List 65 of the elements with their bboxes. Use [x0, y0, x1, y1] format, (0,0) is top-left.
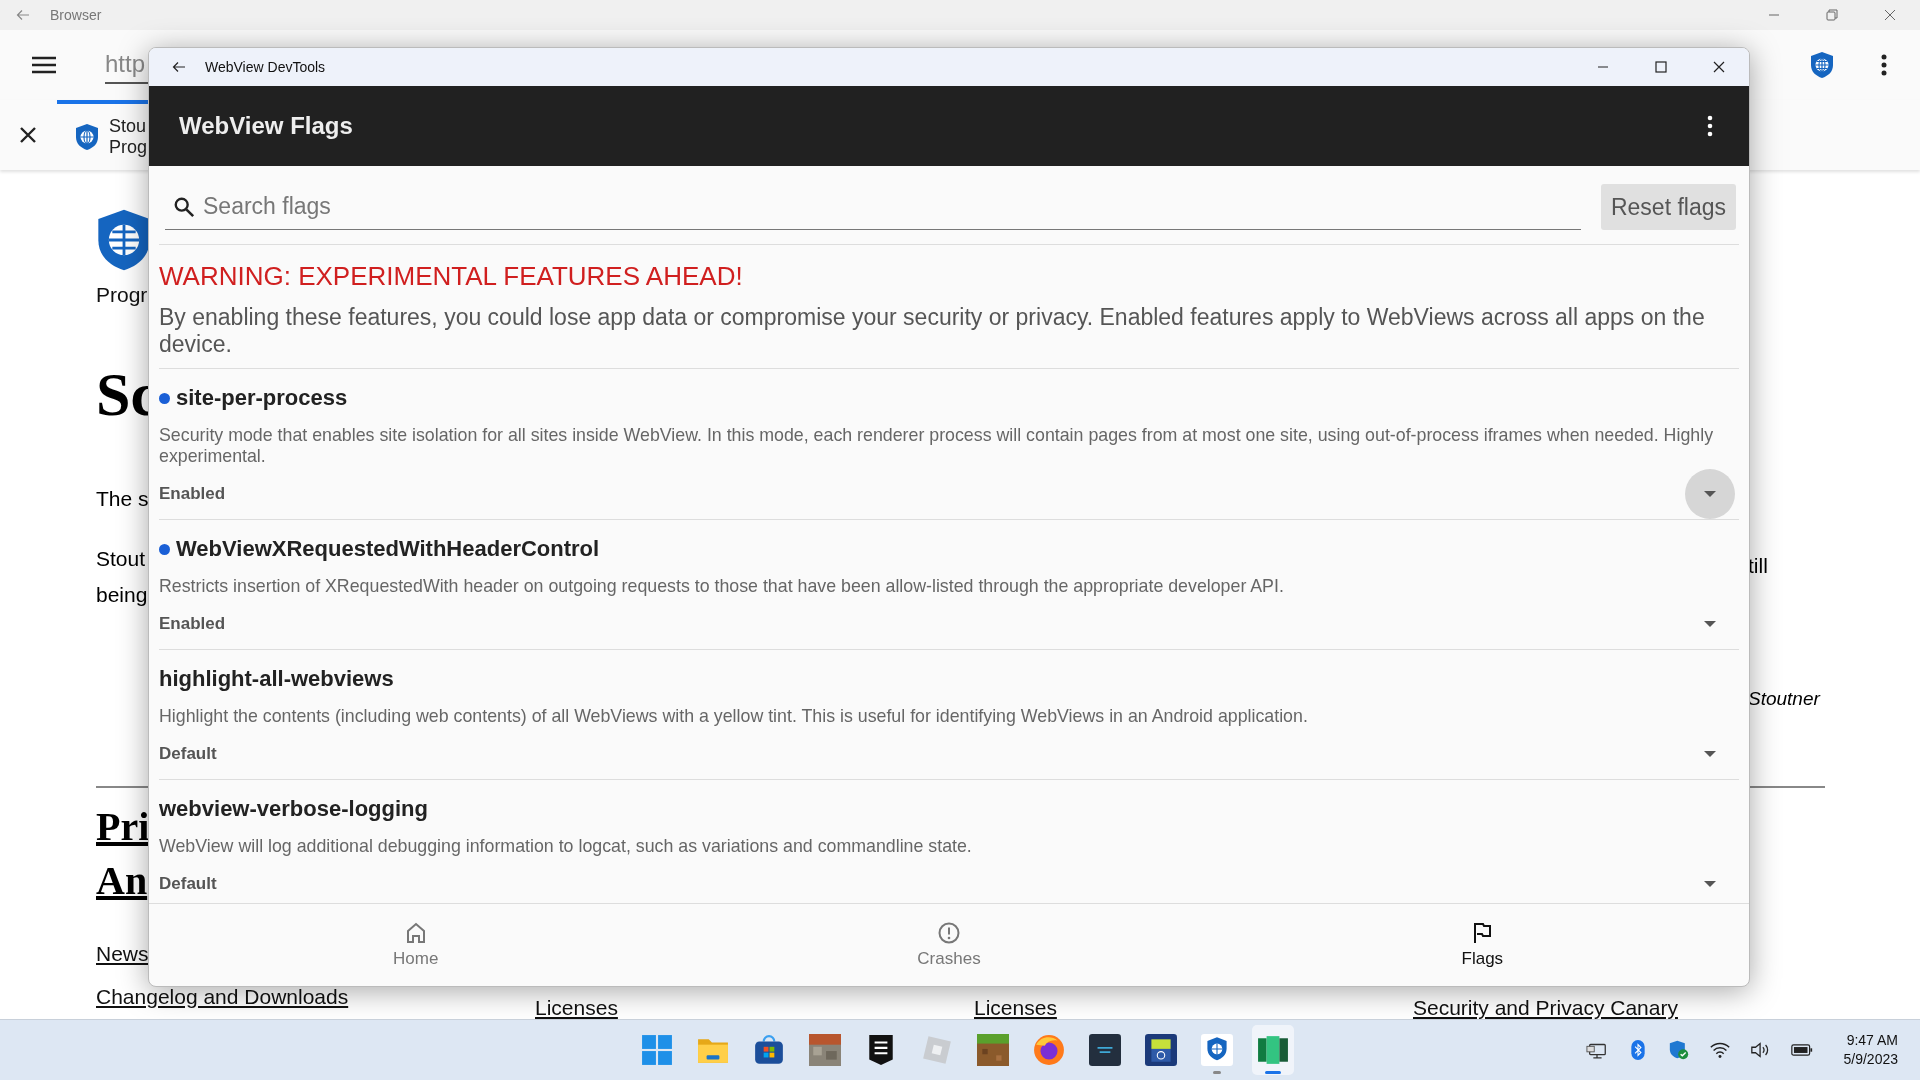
flag-state: Default [159, 744, 217, 764]
alert-circle-icon [937, 921, 961, 945]
flag-description: WebView will log additional debugging information to logcat, such as variations and commandline state. [159, 836, 973, 857]
paragraph-text: till [1748, 554, 1769, 578]
section-heading: An [96, 857, 149, 905]
maximize-icon[interactable] [1653, 59, 1669, 75]
grass-block-icon [977, 1034, 1009, 1066]
menu-icon[interactable] [32, 56, 56, 74]
close-icon[interactable] [1711, 59, 1727, 75]
more-options-icon[interactable] [1881, 54, 1887, 76]
taskbar-app[interactable] [1252, 1025, 1294, 1075]
caret-icon [1704, 751, 1716, 757]
flag-name: webview-verbose-logging [159, 796, 428, 822]
windows-icon [641, 1034, 673, 1066]
android-app-icon [1145, 1034, 1177, 1066]
search-field[interactable]: Search flags [165, 184, 1581, 230]
fox-globe-icon [1033, 1034, 1065, 1066]
app-icon [1089, 1034, 1121, 1066]
byline: Stoutner [1748, 688, 1820, 710]
shield-globe-icon [1201, 1034, 1233, 1066]
nav-tab[interactable]: Crashes [682, 904, 1216, 986]
window-title: WebView DevTools [205, 59, 326, 75]
footer-link[interactable]: Licenses [974, 996, 1057, 1020]
logo-caption: Progr [96, 283, 149, 307]
reset-flags-button[interactable]: Reset flags [1600, 184, 1736, 230]
caret-icon [1704, 621, 1716, 627]
flag-state: Default [159, 874, 217, 894]
window-title: Browser [50, 7, 102, 23]
wifi-icon[interactable] [1708, 1040, 1731, 1060]
nav-tab[interactable]: Flags [1215, 904, 1749, 986]
back-arrow-icon[interactable] [171, 59, 187, 75]
caret-icon [1704, 491, 1716, 497]
clock[interactable]: 9:47 AM 5/9/2023 [1843, 1031, 1898, 1069]
caret-icon [1704, 881, 1716, 887]
game-icon [809, 1034, 841, 1066]
flag-name: highlight-all-webviews [159, 666, 394, 692]
paragraph-text: being [96, 582, 149, 608]
paragraph-text: The s [96, 487, 150, 511]
flag-description: Security mode that enables site isolation for all sites inside WebView. In this mode, each renderer process will contain pages from at most one site, using out-of-process iframes when needed. Highly experimental. [159, 425, 1715, 467]
cube-icon [921, 1034, 953, 1066]
more-options-icon[interactable] [1707, 115, 1713, 137]
flag-state: Enabled [159, 614, 226, 634]
warning-title: WARNING: EXPERIMENTAL FEATURES AHEAD! [159, 261, 744, 292]
app-title: WebView Flags [179, 112, 353, 140]
flag-description: Restricts insertion of XRequestedWith header on outgoing requests to those that have been allow-listed through the appropriate developer API. [159, 576, 1285, 597]
paragraph-text: Stout [96, 546, 147, 572]
book-icon [1257, 1034, 1289, 1066]
shield-globe-icon[interactable] [1810, 51, 1834, 79]
shield-globe-icon [75, 123, 99, 151]
flag-name: WebViewXRequestedWithHeaderControl [176, 536, 600, 562]
flag-description: Highlight the contents (including web contents) of all WebViews with a yellow tint. This is useful for identifying WebViews in an Android application. [159, 706, 1309, 727]
flag-name: site-per-process [176, 385, 348, 411]
shopping-bag-icon [753, 1034, 785, 1066]
footer-link[interactable]: Changelog and Downloads [96, 985, 349, 1009]
footer-link[interactable]: News [96, 942, 149, 966]
section-heading: Pri [96, 803, 151, 851]
close-icon[interactable] [19, 126, 37, 144]
nav-tab[interactable]: Home [149, 904, 683, 986]
footer-link[interactable]: Security and Privacy Canary [1413, 996, 1678, 1020]
footer-link[interactable]: Licenses [535, 996, 618, 1020]
flag-state: Enabled [159, 484, 226, 504]
restore-icon[interactable] [1824, 7, 1840, 23]
shield-check-icon[interactable] [1667, 1040, 1690, 1060]
warning-text: By enabling these features, you could lose app data or compromise your security or privacy. Enabled features apply to WebViews across all apps on the device. [159, 304, 1706, 358]
search-icon [173, 195, 195, 218]
